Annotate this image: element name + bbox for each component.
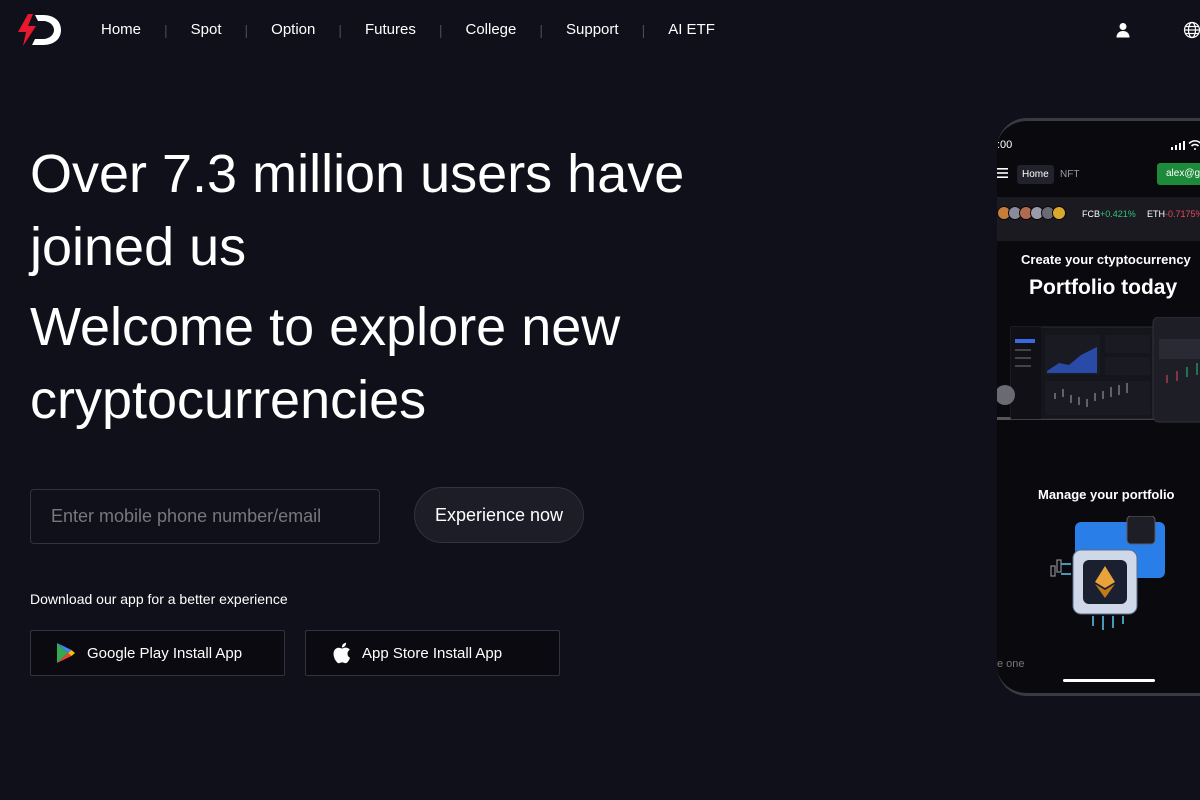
app-store-button[interactable]: App Store Install App: [305, 630, 560, 676]
nav-separator: |: [641, 21, 646, 38]
phone-ticker: FCB+0.421% ETH-0.7175%: [997, 197, 1200, 241]
nav-separator: |: [539, 21, 544, 38]
nav-separator: |: [438, 21, 443, 38]
phone-nav: Home NFT alex@gr: [997, 163, 1200, 189]
home-indicator: [1063, 679, 1155, 682]
nav-separator: |: [244, 21, 249, 38]
nav-links: Home | Spot | Option | Futures | College…: [101, 21, 715, 38]
google-play-button[interactable]: Google Play Install App: [30, 630, 285, 676]
phone-footer-text: e one: [997, 658, 1025, 670]
ticker-item: FCB+0.421%: [1082, 209, 1136, 219]
wifi-icon: [1188, 140, 1200, 150]
nav-ai-etf[interactable]: AI ETF: [668, 21, 715, 38]
hero-line-2: Welcome to explore new cryptocurrencies: [30, 297, 621, 430]
google-play-label: Google Play Install App: [87, 644, 243, 662]
hero-line-1: Over 7.3 million users have joined us: [30, 144, 685, 277]
phone-headline-small: Create your ctyptocurrency: [1021, 252, 1191, 267]
signal-icon: [1171, 141, 1185, 150]
menu-icon: [997, 168, 1008, 178]
nav-support[interactable]: Support: [566, 21, 619, 38]
google-play-icon: [55, 641, 77, 665]
experience-now-button[interactable]: Experience now: [414, 487, 584, 543]
nav-college[interactable]: College: [466, 21, 517, 38]
phone-time: :00: [997, 139, 1013, 151]
phone-email-input[interactable]: [31, 490, 379, 543]
ticker-symbol: ETH: [1147, 209, 1165, 219]
nav-separator: |: [164, 21, 168, 38]
download-prompt: Download our app for a better experience: [30, 591, 288, 607]
globe-icon[interactable]: [1183, 21, 1200, 39]
crypto-chip-illustration: [1050, 516, 1165, 630]
ticker-item: ETH-0.7175%: [1147, 209, 1200, 219]
nav-separator: |: [338, 21, 342, 38]
ticker-change: -0.7175%: [1165, 209, 1200, 219]
top-nav: Home | Spot | Option | Futures | College…: [0, 0, 1200, 60]
phone-tab-home: Home: [1017, 165, 1054, 184]
user-icon[interactable]: [1115, 22, 1131, 38]
phone-tab-nft: NFT: [1060, 169, 1080, 180]
coin-icon: [1052, 206, 1066, 220]
ticker-change: +0.421%: [1100, 209, 1136, 219]
nav-home[interactable]: Home: [101, 21, 141, 38]
phone-email-badge: alex@gr: [1157, 163, 1200, 185]
logo-icon[interactable]: [16, 12, 62, 48]
nav-futures[interactable]: Futures: [365, 21, 416, 38]
hero-title: Over 7.3 million users have joined us We…: [30, 138, 710, 437]
contact-input-wrapper: [30, 489, 380, 544]
app-store-label: App Store Install App: [362, 644, 503, 662]
dashboard-preview-image: [997, 317, 1200, 423]
nav-spot[interactable]: Spot: [191, 21, 222, 38]
phone-manage-title: Manage your portfolio: [1038, 487, 1175, 502]
apple-icon: [330, 641, 352, 665]
phone-headline-large: Portfolio today: [1029, 276, 1178, 299]
phone-mockup: :00 Home NFT alex@gr FCB+0.421% ETH-0.71…: [997, 118, 1200, 696]
nav-option[interactable]: Option: [271, 21, 315, 38]
ticker-symbol: FCB: [1082, 209, 1100, 219]
